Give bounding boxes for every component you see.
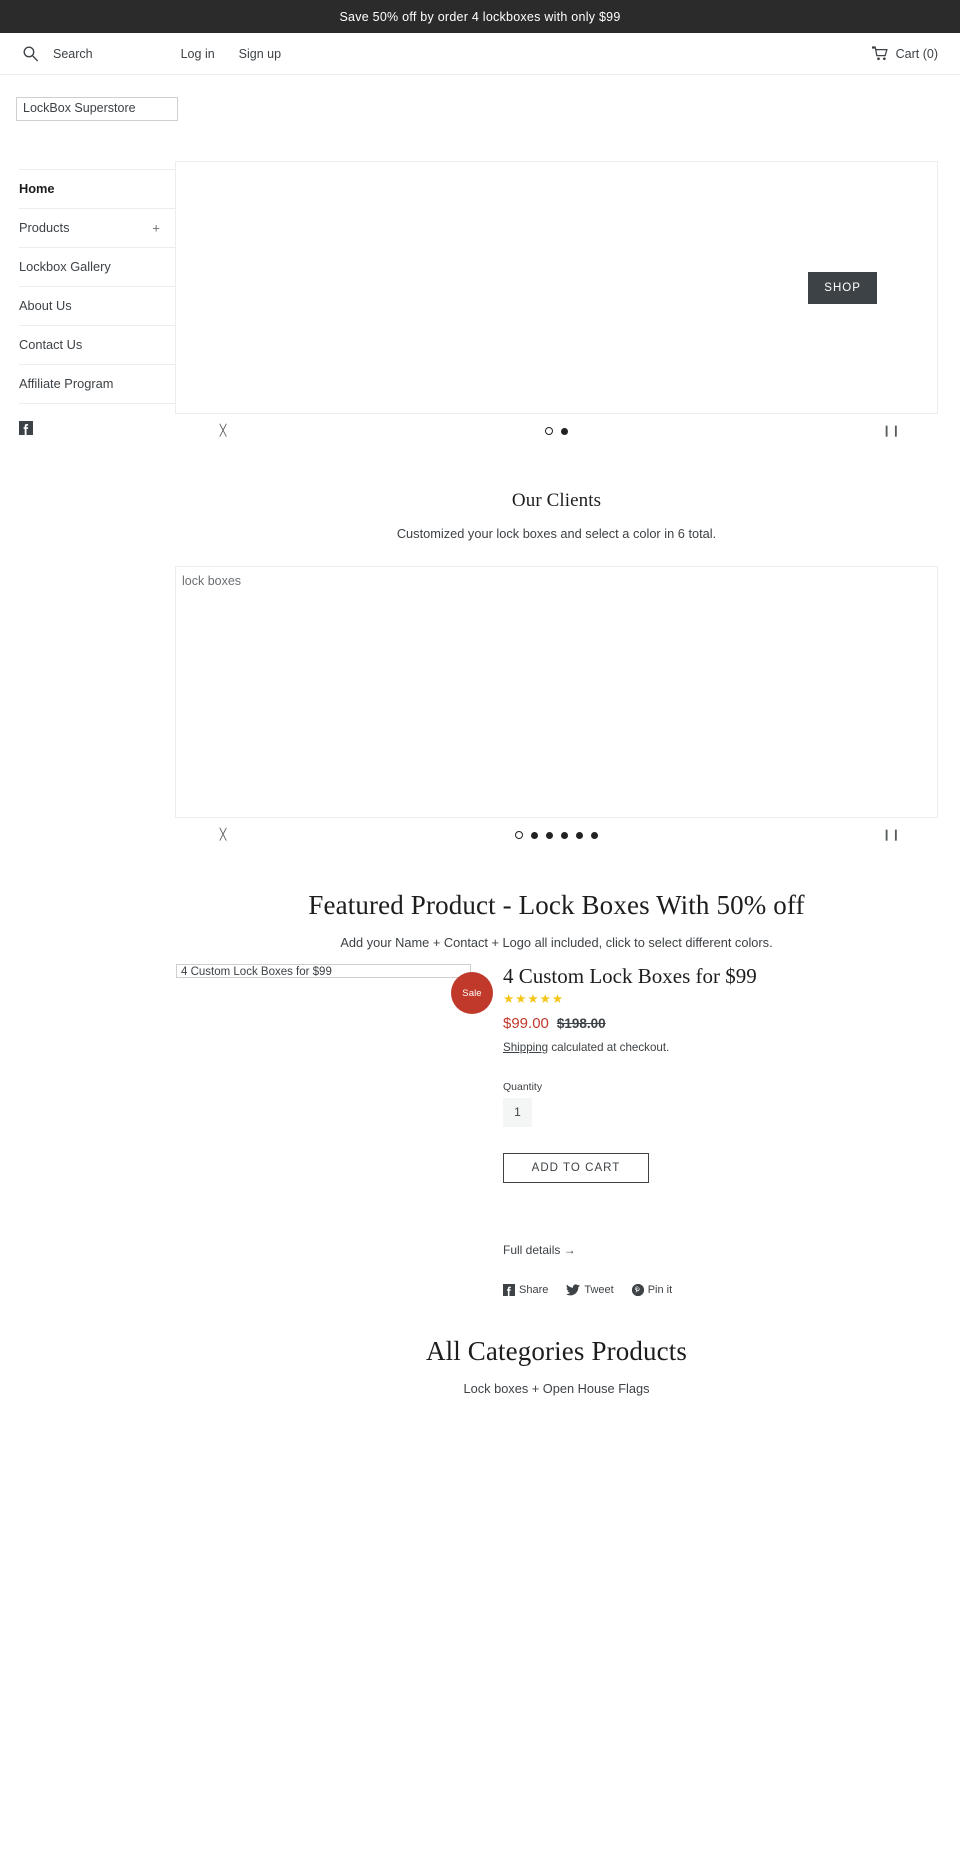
share-pinterest-label: Pin it xyxy=(647,1283,673,1296)
slideshow-dot-1[interactable] xyxy=(545,427,553,435)
gallery-image-alt: lock boxes xyxy=(182,574,242,588)
gallery-dot-5[interactable] xyxy=(576,831,583,839)
sidebar-item-home[interactable]: Home xyxy=(19,169,175,208)
cart-icon[interactable] xyxy=(871,46,889,61)
sidebar: Home Products + Lockbox Gallery About Us… xyxy=(0,121,175,440)
hero-slideshow-dots xyxy=(545,427,568,435)
clients-gallery-controls: ╳ ❙❙ xyxy=(175,820,938,850)
hero-slideshow-controls: ╳ ❙❙ xyxy=(175,416,938,446)
announcement-bar: Save 50% off by order 4 lockboxes with o… xyxy=(0,0,960,33)
sidebar-item-contact-us-label[interactable]: Contact Us xyxy=(19,326,175,364)
site-header: Search Log in Sign up Cart (0) xyxy=(0,33,960,75)
sidebar-nav: Home Products + Lockbox Gallery About Us… xyxy=(19,169,175,405)
twitter-icon xyxy=(566,1283,581,1296)
branding: LockBox Superstore xyxy=(0,75,960,121)
add-to-cart-button[interactable]: ADD TO CART xyxy=(503,1152,649,1183)
slideshow-dot-2[interactable] xyxy=(561,427,568,435)
sidebar-item-products[interactable]: Products + xyxy=(19,208,175,247)
facebook-icon[interactable] xyxy=(19,421,33,436)
product-media[interactable]: 4 Custom Lock Boxes for $99 Sale xyxy=(175,964,493,1296)
gallery-dot-3[interactable] xyxy=(546,831,553,839)
sidebar-item-lockbox-gallery[interactable]: Lockbox Gallery xyxy=(19,247,175,286)
gallery-dot-1[interactable] xyxy=(515,831,523,839)
featured-subtitle: Add your Name + Contact + Logo all inclu… xyxy=(340,935,773,950)
status-badge: Sale xyxy=(451,972,493,1014)
price-row: $99.00 $198.00 xyxy=(503,1015,938,1032)
expand-plus-icon[interactable]: + xyxy=(152,222,160,235)
search-control[interactable]: Search xyxy=(22,45,93,62)
shop-button[interactable]: SHOP xyxy=(808,271,877,304)
quantity-input[interactable] xyxy=(503,1097,532,1127)
gallery-pause-icon[interactable]: ❙❙ xyxy=(882,829,900,841)
featured-product: 4 Custom Lock Boxes for $99 Sale 4 Custo… xyxy=(175,950,938,1296)
sidebar-social-links xyxy=(19,404,175,440)
product-image-alt: 4 Custom Lock Boxes for $99 xyxy=(176,964,471,978)
share-pinterest-button[interactable]: Pin it xyxy=(631,1283,673,1296)
slideshow-pause-icon[interactable]: ❙❙ xyxy=(882,425,900,437)
signup-link[interactable]: Sign up xyxy=(239,47,281,61)
social-share-row: Share Tweet Pin it xyxy=(503,1283,938,1296)
announcement-text: Save 50% off by order 4 lockboxes with o… xyxy=(339,9,621,24)
gallery-dot-6[interactable] xyxy=(591,831,598,839)
share-facebook-label: Share xyxy=(519,1283,549,1296)
featured-heading: Featured Product - Lock Boxes With 50% o… xyxy=(308,890,805,920)
product-info: 4 Custom Lock Boxes for $99 ★★★★★ $99.00… xyxy=(489,964,938,1296)
clients-subtitle: Customized your lock boxes and select a … xyxy=(396,526,717,541)
full-details-link[interactable]: Full details → xyxy=(503,1243,576,1257)
shipping-note-rest: calculated at checkout. xyxy=(548,1040,670,1054)
page-body: Home Products + Lockbox Gallery About Us… xyxy=(0,121,960,1396)
clients-heading: Our Clients xyxy=(511,490,602,511)
shipping-link[interactable]: Shipping xyxy=(503,1041,548,1054)
share-twitter-label: Tweet xyxy=(584,1283,614,1296)
price-compare-at: $198.00 xyxy=(556,1015,606,1031)
sidebar-item-about-us[interactable]: About Us xyxy=(19,286,175,325)
hero-slideshow[interactable]: SHOP xyxy=(175,161,938,414)
sidebar-item-lockbox-gallery-label[interactable]: Lockbox Gallery xyxy=(19,248,175,286)
clients-section: Our Clients Customized your lock boxes a… xyxy=(175,446,938,850)
main-content: SHOP ╳ ❙❙ Our Clients Customized your lo… xyxy=(175,121,960,1396)
search-icon[interactable] xyxy=(22,45,39,62)
rating-stars: ★★★★★ xyxy=(503,992,565,1007)
gallery-dot-2[interactable] xyxy=(531,831,538,839)
sidebar-item-home-label[interactable]: Home xyxy=(19,170,175,208)
cart-link[interactable]: Cart (0) xyxy=(871,46,938,61)
categories-subtitle: Lock boxes + Open House Flags xyxy=(463,1380,650,1396)
pinterest-icon xyxy=(631,1283,644,1296)
sidebar-item-affiliate-program-label[interactable]: Affiliate Program xyxy=(19,365,175,403)
product-title: 4 Custom Lock Boxes for $99 xyxy=(503,964,757,988)
clients-gallery-dots xyxy=(515,831,598,839)
cart-label[interactable]: Cart (0) xyxy=(896,47,938,61)
gallery-prev-icon[interactable]: ╳ xyxy=(215,829,231,841)
price-sale: $99.00 xyxy=(503,1014,549,1032)
featured-product-section: Featured Product - Lock Boxes With 50% o… xyxy=(175,850,938,1296)
auth-links: Log in Sign up xyxy=(181,47,281,61)
login-link[interactable]: Log in xyxy=(181,47,215,61)
shipping-note: Shipping calculated at checkout. xyxy=(503,1041,938,1054)
facebook-icon xyxy=(503,1283,515,1296)
categories-section: All Categories Products Lock boxes + Ope… xyxy=(175,1296,938,1396)
sidebar-item-contact-us[interactable]: Contact Us xyxy=(19,325,175,364)
share-twitter-button[interactable]: Tweet xyxy=(566,1283,614,1296)
shop-name[interactable]: LockBox Superstore xyxy=(16,97,178,121)
gallery-dot-4[interactable] xyxy=(561,831,568,839)
search-label[interactable]: Search xyxy=(53,47,93,61)
clients-gallery[interactable]: lock boxes xyxy=(175,566,938,818)
sidebar-item-about-us-label[interactable]: About Us xyxy=(19,287,175,325)
quantity-label: Quantity xyxy=(503,1080,543,1093)
categories-heading: All Categories Products xyxy=(425,1335,688,1366)
sidebar-item-affiliate-program[interactable]: Affiliate Program xyxy=(19,364,175,405)
slideshow-prev-icon[interactable]: ╳ xyxy=(215,425,231,437)
share-facebook-button[interactable]: Share xyxy=(503,1283,549,1296)
